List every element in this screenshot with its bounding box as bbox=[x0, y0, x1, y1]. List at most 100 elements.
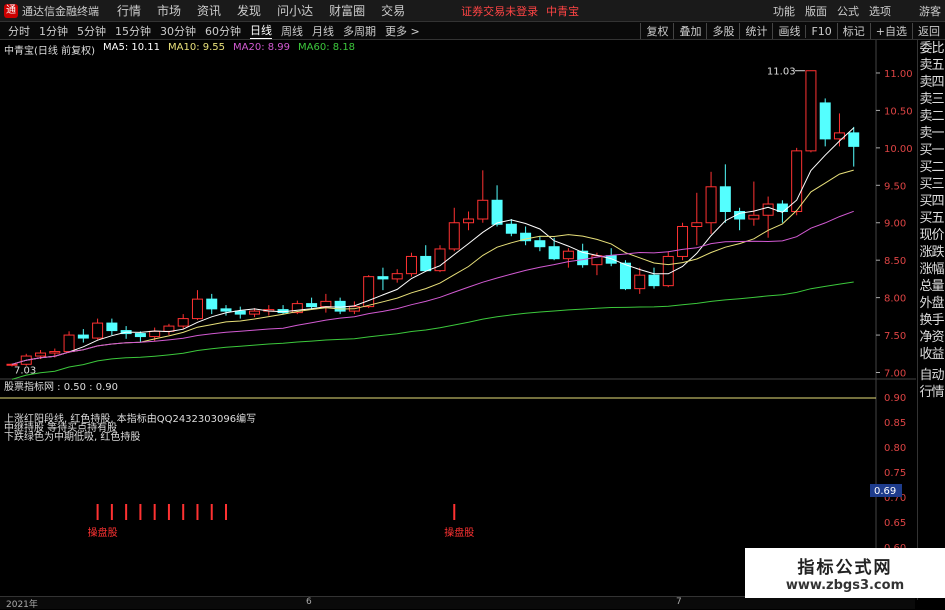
overlay-button[interactable]: 叠加 bbox=[673, 23, 706, 39]
candle-up bbox=[634, 274, 646, 290]
sidebar-item-10[interactable]: 买五 bbox=[918, 210, 945, 227]
menu-item-discover[interactable]: 发现 bbox=[237, 2, 261, 19]
menu-bar: 通 通达信金融终端 行情 市场 资讯 发现 问小达 财富圈 交易 证券交易未登录… bbox=[0, 0, 945, 22]
price-label: 11.00 bbox=[884, 69, 913, 80]
period-1min[interactable]: 1分钟 bbox=[39, 23, 68, 39]
back-button[interactable]: 返回 bbox=[912, 23, 945, 39]
sidebar-item-20[interactable]: 行情 bbox=[918, 384, 945, 401]
sidebar-item-0[interactable]: 委比 bbox=[918, 40, 945, 57]
ma60-label: MA60: 8.18 bbox=[298, 42, 356, 53]
menu-item-quotes[interactable]: 行情 bbox=[117, 2, 141, 19]
ma20-label: MA20: 8.99 bbox=[233, 42, 291, 53]
period-weekly[interactable]: 周线 bbox=[281, 23, 303, 39]
sidebar-item-6[interactable]: 买一 bbox=[918, 142, 945, 159]
menu-function[interactable]: 功能 bbox=[773, 3, 795, 19]
price-label: 8.00 bbox=[884, 294, 906, 305]
quote-sidebar: 委比 卖五 卖四 卖三 卖二 卖一 买一 买二 买三 买四 买五 现价 涨跌 涨幅 总量 外盘 换手 净资 收益自动… bbox=[917, 40, 945, 600]
price-label: 7.00 bbox=[884, 369, 906, 380]
high-annotation: 11.03 bbox=[767, 67, 796, 78]
sidebar-item-2[interactable]: 卖四 bbox=[918, 74, 945, 91]
menu-item-trade[interactable]: 交易 bbox=[381, 2, 405, 19]
candle-down bbox=[206, 298, 218, 310]
signal-bar bbox=[453, 504, 456, 520]
menu-layout[interactable]: 版面 bbox=[805, 3, 827, 19]
signal-label: 操盘股 bbox=[444, 526, 474, 539]
sidebar-item-18[interactable]: 收益 bbox=[918, 346, 945, 363]
signal-bar bbox=[139, 504, 142, 520]
kline-chart[interactable]: 11.00 10.50 10.00 9.50 9.00 8.50 8.00 7.50 7.00 1… bbox=[0, 40, 917, 596]
login-notice[interactable]: 证券交易未登录 bbox=[461, 3, 538, 19]
sidebar-item-1[interactable]: 卖五 bbox=[918, 57, 945, 74]
sidebar-item-11[interactable]: 现价 bbox=[918, 227, 945, 244]
period-15min[interactable]: 15分钟 bbox=[115, 23, 151, 39]
candle-up bbox=[320, 300, 332, 308]
signal-bar bbox=[182, 504, 185, 520]
period-intraday[interactable]: 分时 bbox=[8, 23, 30, 39]
sidebar-item-15[interactable]: 外盘 bbox=[918, 295, 945, 312]
indicator-axis-label: 0.85 bbox=[884, 418, 906, 429]
sidebar-item-13[interactable]: 涨幅 bbox=[918, 261, 945, 278]
period-toolbar: 分时 1分钟 5分钟 15分钟 30分钟 60分钟 日线 周线 月线 多周期 更… bbox=[0, 22, 945, 40]
adjust-button[interactable]: 复权 bbox=[640, 23, 673, 39]
add-watchlist-button[interactable]: +自选 bbox=[869, 23, 912, 39]
signal-bar bbox=[110, 504, 113, 520]
candle-down bbox=[534, 240, 546, 248]
sidebar-item-7[interactable]: 买二 bbox=[918, 159, 945, 176]
date-label-july: 7 bbox=[676, 597, 682, 607]
sidebar-item-17[interactable]: 净资 bbox=[918, 329, 945, 346]
candle-down bbox=[819, 102, 831, 140]
candle-up bbox=[149, 330, 161, 338]
price-label: 10.00 bbox=[884, 144, 913, 155]
candle-up bbox=[677, 225, 689, 257]
chart-background bbox=[0, 40, 917, 596]
candle-up bbox=[477, 199, 489, 220]
stats-button[interactable]: 统计 bbox=[739, 23, 772, 39]
candle-up bbox=[249, 310, 261, 315]
multi-stock-button[interactable]: 多股 bbox=[706, 23, 739, 39]
sidebar-item-12[interactable]: 涨跌 bbox=[918, 244, 945, 261]
period-5min[interactable]: 5分钟 bbox=[77, 23, 106, 39]
period-multi[interactable]: 多周期 bbox=[343, 23, 376, 39]
candle-up bbox=[562, 250, 574, 260]
guest-button[interactable]: 游客 bbox=[919, 3, 941, 19]
period-more[interactable]: 更多 > bbox=[385, 23, 420, 39]
period-daily[interactable]: 日线 bbox=[250, 22, 272, 39]
menu-item-ask[interactable]: 问小达 bbox=[277, 2, 313, 19]
menu-item-news[interactable]: 资讯 bbox=[197, 2, 221, 19]
price-label: 9.50 bbox=[884, 181, 906, 192]
date-label-june: 6 bbox=[306, 597, 312, 607]
sidebar-item-16[interactable]: 换手 bbox=[918, 312, 945, 329]
sidebar-item-3[interactable]: 卖三 bbox=[918, 91, 945, 108]
candle-up bbox=[662, 255, 674, 287]
candle-up bbox=[63, 334, 75, 353]
menu-item-market[interactable]: 市场 bbox=[157, 2, 181, 19]
candle-down bbox=[848, 132, 860, 147]
signal-bar bbox=[153, 504, 156, 520]
signal-bar bbox=[210, 504, 213, 520]
mark-button[interactable]: 标记 bbox=[836, 23, 870, 39]
ma-legend: 中青宝(日线 前复权) MA5: 10.11 MA10: 9.55 MA20: … bbox=[4, 42, 363, 57]
signal-bar bbox=[225, 504, 227, 520]
f10-button[interactable]: F10 bbox=[805, 24, 836, 38]
menu-item-wealth[interactable]: 财富圈 bbox=[329, 2, 365, 19]
sidebar-item-19[interactable]: 自动 bbox=[918, 367, 945, 384]
candle-down bbox=[548, 246, 560, 260]
sidebar-item-4[interactable]: 卖二 bbox=[918, 108, 945, 125]
sidebar-item-9[interactable]: 买四 bbox=[918, 193, 945, 210]
draw-button[interactable]: 画线 bbox=[772, 23, 805, 39]
candle-up bbox=[49, 351, 61, 354]
period-60min[interactable]: 60分钟 bbox=[205, 23, 241, 39]
period-30min[interactable]: 30分钟 bbox=[160, 23, 196, 39]
indicator-axis-label: 0.90 bbox=[884, 393, 906, 404]
candle-down bbox=[77, 334, 89, 339]
menu-options[interactable]: 选项 bbox=[869, 3, 891, 19]
sidebar-item-8[interactable]: 买三 bbox=[918, 176, 945, 193]
sidebar-item-14[interactable]: 总量 bbox=[918, 278, 945, 295]
sidebar-item-5[interactable]: 卖一 bbox=[918, 125, 945, 142]
candle-up bbox=[705, 186, 717, 224]
candle-down bbox=[234, 310, 246, 315]
signal-label: 操盘股 bbox=[88, 526, 118, 539]
price-label: 7.50 bbox=[884, 331, 906, 342]
menu-formula[interactable]: 公式 bbox=[837, 3, 859, 19]
period-monthly[interactable]: 月线 bbox=[312, 23, 334, 39]
